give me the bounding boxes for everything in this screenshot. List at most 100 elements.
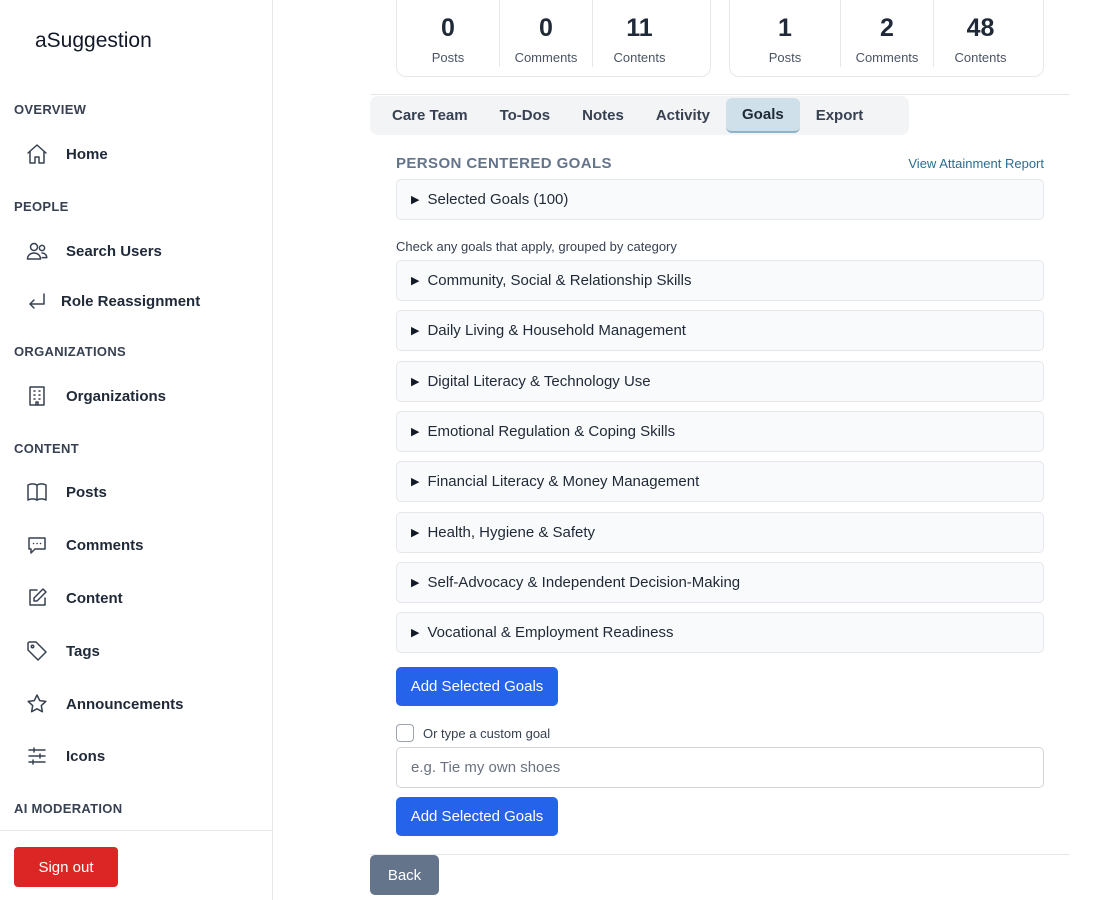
star-icon [24, 691, 50, 717]
disclosure-triangle-icon: ▶ [411, 577, 420, 589]
stats-card-right: 1 Posts 2 Comments 48 Contents [729, 0, 1044, 77]
sidebar-item-label: Organizations [66, 387, 167, 405]
category-label: Self-Advocacy & Independent Decision-Mak… [427, 574, 741, 591]
add-selected-goals-button[interactable]: Add Selected Goals [396, 667, 558, 706]
book-icon [24, 479, 50, 505]
category-accordion[interactable]: ▶ Daily Living & Household Management [396, 310, 1044, 351]
category-label: Health, Hygiene & Safety [427, 524, 596, 541]
sidebar-item-comments[interactable]: Comments [24, 529, 144, 561]
stat-value: 11 [626, 14, 653, 42]
goals-section-title: PERSON CENTERED GOALS [396, 155, 612, 172]
disclosure-triangle-icon: ▶ [411, 325, 420, 337]
stat-value: 0 [441, 14, 455, 42]
accordion-label: Selected Goals (100) [427, 191, 569, 208]
sidebar: aSuggestion OVERVIEW Home PEOPLE Search … [0, 0, 273, 900]
sidebar-item-organizations[interactable]: Organizations [24, 380, 166, 412]
tab-goals[interactable]: Goals [726, 98, 800, 133]
building-icon [24, 383, 50, 409]
stat-posts: 0 Posts [397, 0, 500, 67]
stat-label: Posts [431, 50, 465, 65]
goals-hint: Check any goals that apply, grouped by c… [396, 239, 677, 254]
brand-title: aSuggestion [35, 29, 152, 52]
sidebar-item-label: Role Reassignment [61, 292, 201, 310]
section-overview: OVERVIEW [14, 102, 87, 117]
category-accordion[interactable]: ▶ Emotional Regulation & Coping Skills [396, 411, 1044, 452]
stat-label: Contents [954, 50, 1007, 65]
sidebar-item-icons[interactable]: Icons [24, 740, 105, 772]
category-accordion[interactable]: ▶ Self-Advocacy & Independent Decision-M… [396, 562, 1044, 603]
sidebar-item-label: Content [66, 589, 123, 607]
sliders-icon [24, 743, 50, 769]
stat-label: Posts [768, 50, 802, 65]
home-icon [24, 141, 50, 167]
stat-label: Comments [855, 50, 919, 65]
tab-to-dos[interactable]: To-Dos [484, 98, 567, 133]
sign-out-button[interactable]: Sign out [14, 847, 118, 887]
category-label: Digital Literacy & Technology Use [427, 373, 651, 390]
stats-card-left: 0 Posts 0 Comments 11 Contents [396, 0, 711, 77]
tab-bar: Care Team To-Dos Notes Activity Goals Ex… [370, 96, 909, 135]
disclosure-triangle-icon: ▶ [411, 476, 420, 488]
category-accordion[interactable]: ▶ Health, Hygiene & Safety [396, 512, 1044, 553]
sidebar-item-label: Home [66, 145, 108, 163]
sidebar-item-label: Comments [66, 536, 144, 554]
sidebar-item-content[interactable]: Content [24, 582, 123, 614]
disclosure-triangle-icon: ▶ [411, 194, 420, 206]
category-accordion[interactable]: ▶ Vocational & Employment Readiness [396, 612, 1044, 653]
category-accordion[interactable]: ▶ Digital Literacy & Technology Use [396, 361, 1044, 402]
stat-value: 1 [778, 14, 792, 42]
view-attainment-report-link[interactable]: View Attainment Report [908, 156, 1044, 171]
stat-value: 48 [966, 14, 995, 42]
sidebar-item-home[interactable]: Home [24, 138, 108, 170]
edit-icon [24, 585, 50, 611]
custom-goal-input[interactable] [396, 747, 1044, 788]
tab-care-team[interactable]: Care Team [376, 98, 484, 133]
category-label: Financial Literacy & Money Management [427, 473, 700, 490]
sidebar-item-search-users[interactable]: Search Users [24, 235, 162, 267]
sidebar-item-label: Tags [66, 642, 100, 660]
stat-value: 0 [539, 14, 553, 42]
sidebar-item-label: Search Users [66, 242, 162, 260]
stat-label: Comments [514, 50, 578, 65]
disclosure-triangle-icon: ▶ [411, 275, 420, 287]
divider [370, 854, 1070, 855]
tag-icon [24, 638, 50, 664]
sidebar-item-announcements[interactable]: Announcements [24, 688, 184, 720]
category-accordion[interactable]: ▶ Community, Social & Relationship Skill… [396, 260, 1044, 301]
section-people: PEOPLE [14, 199, 69, 214]
return-arrow-icon [24, 288, 50, 314]
section-organizations: ORGANIZATIONS [14, 344, 126, 359]
tab-export[interactable]: Export [800, 98, 880, 133]
sidebar-item-label: Posts [66, 483, 107, 501]
tab-notes[interactable]: Notes [566, 98, 640, 133]
back-button[interactable]: Back [370, 855, 439, 895]
sidebar-item-label: Announcements [66, 695, 184, 713]
selected-goals-accordion[interactable]: ▶ Selected Goals (100) [396, 179, 1044, 220]
stat-contents: 48 Contents [934, 0, 1027, 67]
stat-posts: 1 Posts [730, 0, 841, 67]
sidebar-item-posts[interactable]: Posts [24, 476, 107, 508]
category-accordion[interactable]: ▶ Financial Literacy & Money Management [396, 461, 1044, 502]
disclosure-triangle-icon: ▶ [411, 527, 420, 539]
category-label: Emotional Regulation & Coping Skills [427, 423, 676, 440]
stat-comments: 0 Comments [500, 0, 593, 67]
custom-goal-checkbox[interactable] [396, 724, 414, 742]
stat-value: 2 [880, 14, 894, 42]
tab-activity[interactable]: Activity [640, 98, 726, 133]
divider [370, 94, 1070, 95]
category-label: Vocational & Employment Readiness [427, 624, 674, 641]
custom-goal-label: Or type a custom goal [423, 725, 551, 741]
section-content: CONTENT [14, 441, 79, 456]
sidebar-footer: Sign out [0, 830, 272, 900]
stat-label: Contents [613, 50, 666, 65]
sidebar-item-role-reassignment[interactable]: Role Reassignment [24, 285, 200, 317]
stat-comments: 2 Comments [841, 0, 934, 67]
users-icon [24, 238, 50, 264]
sidebar-item-label: Icons [66, 747, 106, 765]
add-custom-goal-button[interactable]: Add Selected Goals [396, 797, 558, 836]
disclosure-triangle-icon: ▶ [411, 627, 420, 639]
chat-bubble-icon [24, 532, 50, 558]
stat-contents: 11 Contents [593, 0, 686, 67]
section-ai-moderation: AI MODERATION [14, 801, 123, 816]
sidebar-item-tags[interactable]: Tags [24, 635, 100, 667]
